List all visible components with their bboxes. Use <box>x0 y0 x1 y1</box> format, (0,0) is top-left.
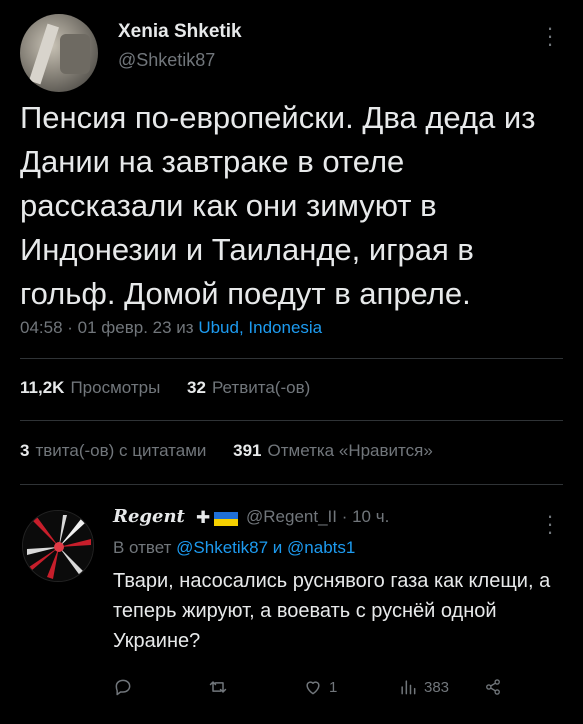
divider <box>20 484 563 485</box>
quotes-count[interactable]: 3 <box>20 441 29 460</box>
tweet-location-link[interactable]: Ubud, Indonesia <box>198 318 322 337</box>
likes-count[interactable]: 391 <box>233 441 261 460</box>
ukraine-flag-icon <box>214 512 238 526</box>
stats-row-quotes-likes: 3 твита(-ов) с цитатами 391 Отметка «Нрави… <box>20 441 455 461</box>
more-icon[interactable]: · · · <box>545 17 555 55</box>
views-count: 11,2K <box>20 378 65 397</box>
divider <box>20 358 563 359</box>
author-avatar[interactable] <box>20 14 98 92</box>
share-button[interactable] <box>483 675 503 699</box>
views-count: 383 <box>424 678 450 696</box>
reply-avatar[interactable] <box>22 510 94 582</box>
views-button[interactable]: 383 <box>398 675 449 699</box>
heart-icon <box>306 681 320 695</box>
tweet-text: Пенсия по-европейски. Два деда из Дании … <box>20 100 536 311</box>
retweets-count[interactable]: 32 <box>187 378 206 397</box>
retweet-button[interactable] <box>208 675 234 699</box>
stats-row-views-retweets: 11,2K Просмотры 32 Ретвита(-ов) <box>20 378 332 398</box>
likes-label[interactable]: Отметка «Нравится» <box>268 441 433 460</box>
cross-icon: ✚ <box>196 508 211 527</box>
like-button[interactable]: 1 <box>303 675 337 699</box>
author-handle[interactable]: @Shketik87 <box>118 50 215 71</box>
like-count: 1 <box>329 678 338 696</box>
views-icon <box>401 680 416 695</box>
views-label: Просмотры <box>70 378 161 397</box>
tweet-time: 04:58 · 01 февр. 23 из <box>20 318 199 337</box>
tweet-timestamp: 04:58 · 01 февр. 23 из Ubud, Indonesia <box>20 318 322 338</box>
reply-text: Твари, насосались руснявого газа как кле… <box>113 570 551 652</box>
reply-icon <box>115 679 131 696</box>
reply-avatar-image <box>23 511 93 581</box>
reply-handle-time[interactable]: @Regent_II · 10 ч. <box>246 507 389 527</box>
reply-button[interactable] <box>113 675 133 699</box>
reply-to-prefix: В ответ <box>113 538 177 557</box>
divider <box>20 420 563 421</box>
retweets-label[interactable]: Ретвита(-ов) <box>212 378 310 397</box>
reply-author-name[interactable]: Regent <box>113 506 185 527</box>
more-icon[interactable]: · · · <box>545 505 555 543</box>
reply-to-mentions[interactable]: @Shketik87 и @nabts1 <box>176 538 355 557</box>
reply-to-line: В ответ @Shketik87 и @nabts1 <box>113 538 355 558</box>
share-icon <box>486 679 500 695</box>
quotes-label[interactable]: твита(-ов) с цитатами <box>35 441 206 460</box>
reply-actions: 1 383 <box>113 675 553 699</box>
author-name[interactable]: Xenia Shketik <box>118 21 242 43</box>
retweet-icon <box>209 681 227 693</box>
